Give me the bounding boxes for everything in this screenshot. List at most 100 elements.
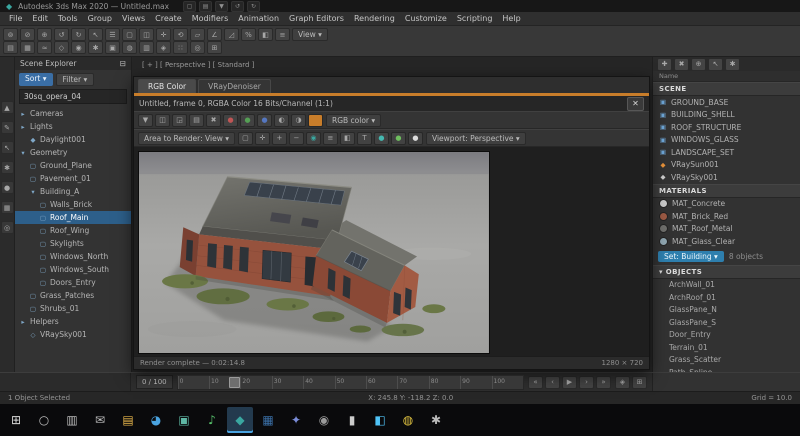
menu-item[interactable]: Create xyxy=(150,14,187,23)
object-row[interactable]: ArchRoof_01 xyxy=(653,291,800,304)
menu-item[interactable]: Modifiers xyxy=(187,14,234,23)
tree-item[interactable]: ▢ Shrubs_01 xyxy=(15,302,131,315)
monochrome-icon[interactable]: ◑ xyxy=(291,113,306,127)
compare-icon[interactable]: ◧ xyxy=(339,131,355,145)
select-by-name-icon[interactable]: ☰ xyxy=(105,28,120,41)
tree-item[interactable]: ▢ Pavement_01 xyxy=(15,172,131,185)
play-icon[interactable]: ▶ xyxy=(562,375,577,389)
render-setup-icon[interactable]: ✱ xyxy=(88,41,103,54)
settings-icon[interactable]: ✱ xyxy=(423,407,449,433)
background-color-swatch[interactable] xyxy=(308,113,323,127)
timeline[interactable]: 0 / 100 0 10 20 30 40 50 60 70 80 90 100 «‹ ▶ ›» ◈ ⊞ xyxy=(131,373,652,391)
select-link-icon[interactable]: ⊚ xyxy=(3,28,18,41)
tree-item[interactable]: ▢ Doors_Entry xyxy=(15,276,131,289)
delete-layer-icon[interactable]: ✖ xyxy=(674,57,689,71)
snap-toggle-icon[interactable]: ∠ xyxy=(207,28,222,41)
close-icon[interactable]: ✕ xyxy=(627,96,644,111)
viewport-area[interactable]: [ + ] [ Perspective ] [ Standard ] RGB C… xyxy=(132,57,652,372)
panel-settings-icon[interactable]: ✱ xyxy=(725,57,740,71)
filter-dropdown[interactable]: Filter ▾ xyxy=(55,73,95,86)
track-mouse-icon[interactable]: ◉ xyxy=(305,131,321,145)
select-move-icon[interactable]: ✛ xyxy=(156,28,171,41)
history-icon[interactable]: ≡ xyxy=(322,131,338,145)
search-icon[interactable]: ○ xyxy=(31,407,57,433)
render-window-tab[interactable]: VRayDenoiser xyxy=(198,79,271,93)
menu-item[interactable]: Graph Editors xyxy=(284,14,349,23)
tree-item[interactable]: ▢ Windows_North xyxy=(15,250,131,263)
material-row[interactable]: MAT_Roof_Metal xyxy=(653,223,800,236)
schematic-view-icon[interactable]: ◇ xyxy=(54,41,69,54)
tree-item[interactable]: ▸ Cameras xyxy=(15,107,131,120)
channel-dropdown[interactable]: RGB color ▾ xyxy=(326,113,382,127)
terminal-icon[interactable]: ▮ xyxy=(339,407,365,433)
unlink-icon[interactable]: ⊘ xyxy=(20,28,35,41)
code-editor-icon[interactable]: ◧ xyxy=(367,407,393,433)
tree-item[interactable]: ▢ Ground_Plane xyxy=(15,159,131,172)
selection-region-icon[interactable]: ▢ xyxy=(122,28,137,41)
sort-dropdown[interactable]: Sort ▾ xyxy=(19,73,53,86)
menu-item[interactable]: Help xyxy=(497,14,525,23)
object-row[interactable]: Grass_Scatter xyxy=(653,354,800,367)
modeling-icon[interactable]: ▲ xyxy=(0,101,14,114)
track-bar[interactable]: 0 10 20 30 40 50 60 70 80 90 100 xyxy=(176,374,524,390)
object-row[interactable]: GlassPane_S xyxy=(653,316,800,329)
tree-item[interactable]: ▸ Helpers xyxy=(15,315,131,328)
menu-item[interactable]: Views xyxy=(117,14,150,23)
object-row[interactable]: GlassPane_N xyxy=(653,304,800,317)
material-row[interactable]: MAT_Glass_Clear xyxy=(653,235,800,248)
clear-image-icon[interactable]: ✖ xyxy=(206,113,221,127)
zoom-out-icon[interactable]: − xyxy=(288,131,304,145)
print-image-icon[interactable]: ▤ xyxy=(189,113,204,127)
zoom-in-icon[interactable]: + xyxy=(271,131,287,145)
3ds-max-icon[interactable]: ◆ xyxy=(227,407,253,433)
render-production-icon[interactable]: ◍ xyxy=(122,41,137,54)
tree-item[interactable]: ◆ Daylight001 xyxy=(15,133,131,146)
curve-editor-icon[interactable]: ≈ xyxy=(37,41,52,54)
menu-item[interactable]: Rendering xyxy=(349,14,400,23)
pan-image-icon[interactable]: ✛ xyxy=(254,131,270,145)
region-render-icon[interactable]: ▢ xyxy=(237,131,253,145)
tree-item[interactable]: ▾ Geometry xyxy=(15,146,131,159)
task-view-icon[interactable]: ▥ xyxy=(59,407,85,433)
undo-icon[interactable]: ↺ xyxy=(231,0,245,12)
layer-row[interactable]: ◆ VRaySky001 xyxy=(653,171,800,184)
layer-row[interactable]: ▣ LANDSCAPE_SET xyxy=(653,146,800,159)
photos-icon[interactable]: ▣ xyxy=(171,407,197,433)
section-materials[interactable]: MATERIALS xyxy=(653,183,800,198)
status-dot-white-icon[interactable]: ● xyxy=(407,131,423,145)
reference-coordinate-dropdown[interactable]: View ▾ xyxy=(292,28,328,41)
selection-set-dropdown[interactable]: Set: Building ▾ xyxy=(658,250,724,262)
new-scene-icon[interactable]: ▢ xyxy=(183,0,197,12)
pin-icon[interactable]: ⊟ xyxy=(120,59,126,68)
window-crossing-icon[interactable]: ◫ xyxy=(139,28,154,41)
time-slider[interactable] xyxy=(229,376,241,388)
named-sets-icon[interactable]: ◈ xyxy=(156,41,171,54)
browser-icon[interactable]: ◕ xyxy=(143,407,169,433)
layer-row[interactable]: ▣ GROUND_BASE xyxy=(653,96,800,109)
angle-snap-icon[interactable]: ◿ xyxy=(224,28,239,41)
viewport-label[interactable]: [ + ] [ Perspective ] [ Standard ] xyxy=(142,61,254,69)
time-configuration-icon[interactable]: ⊞ xyxy=(632,375,647,389)
pick-layer-icon[interactable]: ↖ xyxy=(708,57,723,71)
menu-item[interactable]: Customize xyxy=(400,14,452,23)
tree-item[interactable]: ▢ Skylights xyxy=(15,237,131,250)
mirror-icon[interactable]: ◧ xyxy=(258,28,273,41)
layer-row[interactable]: ◆ VRaySun001 xyxy=(653,159,800,172)
layer-row[interactable]: ▣ ROOF_STRUCTURE xyxy=(653,121,800,134)
go-to-start-icon[interactable]: « xyxy=(528,375,543,389)
tree-item[interactable]: ▢ Grass_Patches xyxy=(15,289,131,302)
save-icon[interactable]: ▼ xyxy=(215,0,229,12)
menu-item[interactable]: File xyxy=(4,14,27,23)
layer-row[interactable]: ▣ WINDOWS_GLASS xyxy=(653,134,800,147)
music-icon[interactable]: ♪ xyxy=(199,407,225,433)
ribbon-icon[interactable]: ▦ xyxy=(20,41,35,54)
tree-item[interactable]: ▸ Lights xyxy=(15,120,131,133)
redo-icon[interactable]: ↻ xyxy=(71,28,86,41)
select-rotate-icon[interactable]: ⟲ xyxy=(173,28,188,41)
key-mode-icon[interactable]: ◈ xyxy=(615,375,630,389)
isolate-view-icon[interactable]: ◎ xyxy=(0,221,14,234)
tree-item[interactable]: ▾ Building_A xyxy=(15,185,131,198)
next-frame-icon[interactable]: › xyxy=(579,375,594,389)
array-icon[interactable]: ∷ xyxy=(173,41,188,54)
blue-channel-icon[interactable]: ● xyxy=(257,113,272,127)
